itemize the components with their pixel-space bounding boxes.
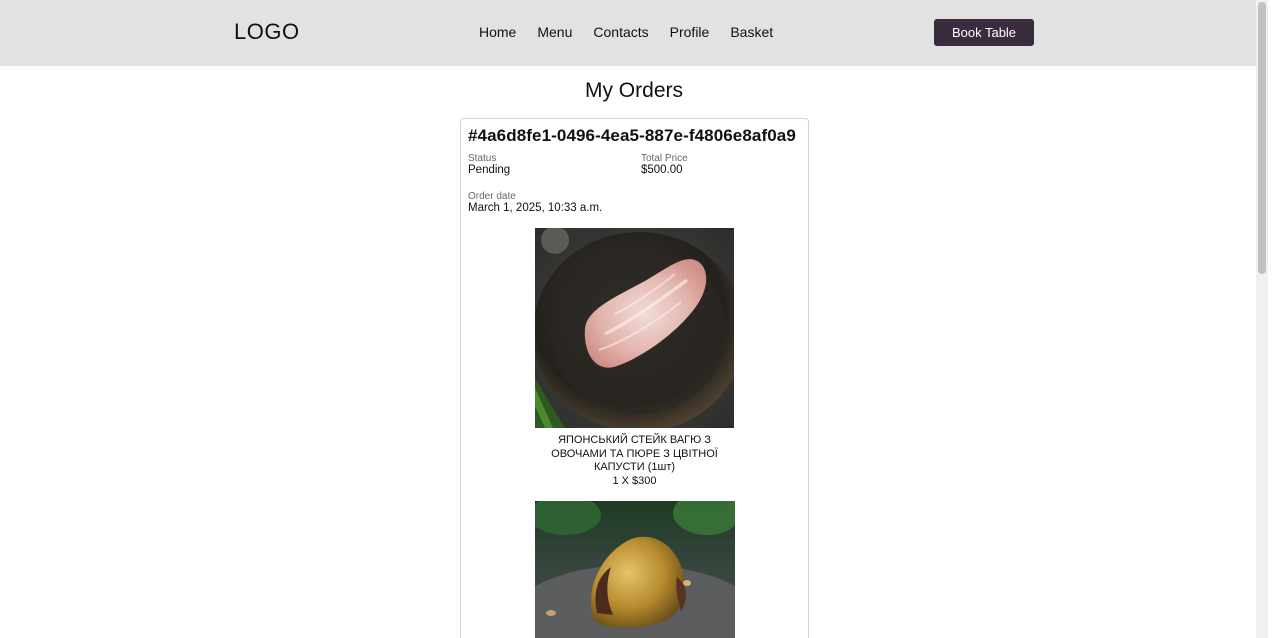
logo[interactable]: LOGO [234, 19, 300, 45]
page: LOGO Home Menu Contacts Profile Basket B… [0, 0, 1268, 638]
order-item: ЯПОНСЬКИЙ СТЕЙК ВАГЮ З ОВОЧАМИ ТА ПЮРЕ З… [461, 228, 808, 488]
order-item-quantity: 1 X $300 [612, 474, 657, 487]
status-value: Pending [468, 164, 511, 176]
nav-menu-link[interactable]: Menu [537, 24, 572, 40]
site-header: LOGO Home Menu Contacts Profile Basket B… [0, 0, 1268, 66]
wagyu-steak-photo [535, 228, 734, 428]
total-price-value: $500.00 [641, 164, 683, 176]
order-id: #4a6d8fe1-0496-4ea5-887e-f4806e8af0a9 [468, 126, 796, 145]
page-scrollbar[interactable] [1256, 0, 1268, 638]
total-price-label: Total Price [641, 153, 688, 164]
golden-dessert-photo [534, 501, 735, 638]
order-card: #4a6d8fe1-0496-4ea5-887e-f4806e8af0a9 St… [460, 118, 809, 638]
scrollbar-thumb[interactable] [1258, 2, 1266, 274]
order-date-label: Order date [468, 191, 516, 202]
main-nav: Home Menu Contacts Profile Basket [479, 24, 773, 40]
book-table-button[interactable]: Book Table [934, 19, 1034, 46]
nav-basket-link[interactable]: Basket [730, 24, 773, 40]
nav-profile-link[interactable]: Profile [670, 24, 710, 40]
order-item [461, 501, 808, 638]
status-label: Status [468, 153, 497, 164]
order-date-value: March 1, 2025, 10:33 a.m. [468, 202, 603, 214]
page-title: My Orders [584, 79, 683, 102]
nav-home-link[interactable]: Home [479, 24, 516, 40]
nav-contacts-link[interactable]: Contacts [593, 24, 648, 40]
order-item-name: ЯПОНСЬКИЙ СТЕЙК ВАГЮ З ОВОЧАМИ ТА ПЮРЕ З… [551, 434, 718, 473]
